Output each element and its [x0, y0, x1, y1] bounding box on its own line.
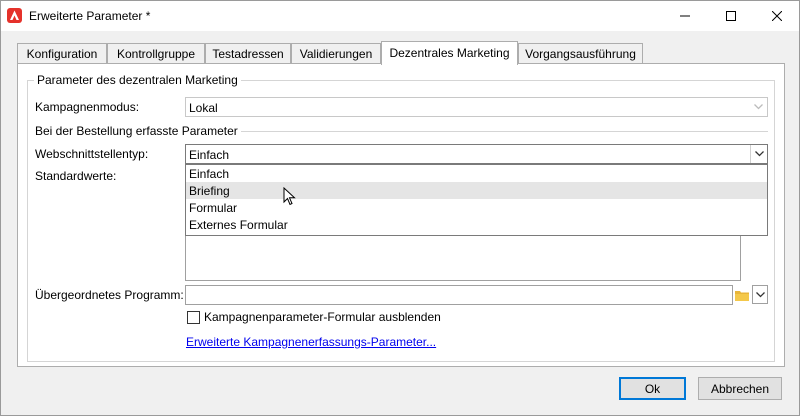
cancel-button[interactable]: Abbrechen — [698, 377, 782, 400]
tab-konfiguration[interactable]: Konfiguration — [17, 43, 107, 64]
chevron-down-icon — [750, 98, 767, 116]
maximize-icon — [726, 11, 736, 21]
dropdown-option-formular[interactable]: Formular — [186, 199, 767, 216]
standardwerte-label: Standardwerte: — [35, 169, 117, 183]
hide-form-label[interactable]: Kampagnenparameter-Formular ausblenden — [204, 310, 441, 324]
dialog-window: Erweiterte Parameter * Konfiguration Kon… — [0, 0, 800, 416]
tab-validierungen[interactable]: Validierungen — [291, 43, 381, 64]
folder-button[interactable] — [733, 286, 751, 304]
chevron-down-icon[interactable] — [750, 145, 767, 163]
section-divider — [231, 131, 768, 132]
hide-form-checkbox[interactable] — [187, 311, 200, 324]
group-title: Parameter des dezentralen Marketing — [34, 73, 241, 87]
programm-input[interactable] — [185, 285, 733, 305]
title-bar: Erweiterte Parameter * — [1, 1, 799, 31]
dropdown-option-einfach[interactable]: Einfach — [186, 165, 767, 182]
close-icon — [772, 11, 782, 21]
tab-vorgangsausfuehrung[interactable]: Vorgangsausführung — [518, 43, 643, 64]
tab-testadressen[interactable]: Testadressen — [205, 43, 291, 64]
maximize-button[interactable] — [708, 1, 754, 31]
kampagnenmodus-label: Kampagnenmodus: — [35, 100, 140, 114]
programm-dropdown-button[interactable] — [752, 285, 768, 304]
minimize-button[interactable] — [662, 1, 708, 31]
webschnittstellentyp-dropdown-list: Einfach Briefing Formular Externes Formu… — [185, 164, 768, 236]
webschnittstellentyp-label: Webschnittstellentyp: — [35, 147, 149, 161]
dropdown-option-briefing[interactable]: Briefing — [186, 182, 767, 199]
window-title: Erweiterte Parameter * — [29, 9, 151, 23]
mouse-cursor-icon — [283, 187, 296, 206]
advanced-parameters-link[interactable]: Erweiterte Kampagnenerfassungs-Parameter… — [186, 335, 436, 349]
dropdown-option-externes-formular[interactable]: Externes Formular — [186, 216, 767, 233]
webschnittstellentyp-select[interactable]: Einfach — [185, 144, 768, 164]
webschnittstellentyp-value: Einfach — [189, 148, 230, 162]
close-button[interactable] — [754, 1, 800, 31]
programm-label: Übergeordnetes Programm: — [35, 288, 184, 302]
standardwerte-field[interactable] — [185, 233, 741, 281]
kampagnenmodus-select[interactable]: Lokal — [185, 97, 768, 117]
tab-kontrollgruppe[interactable]: Kontrollgruppe — [107, 43, 205, 64]
ok-button[interactable]: Ok — [619, 377, 686, 400]
kampagnenmodus-value: Lokal — [189, 101, 218, 115]
minimize-icon — [680, 15, 690, 17]
folder-icon — [735, 290, 749, 301]
bestellung-section-title: Bei der Bestellung erfasste Parameter — [35, 124, 241, 138]
chevron-down-icon — [755, 291, 765, 297]
tab-dezentrales-marketing[interactable]: Dezentrales Marketing — [381, 41, 518, 65]
app-logo-icon — [7, 8, 22, 23]
